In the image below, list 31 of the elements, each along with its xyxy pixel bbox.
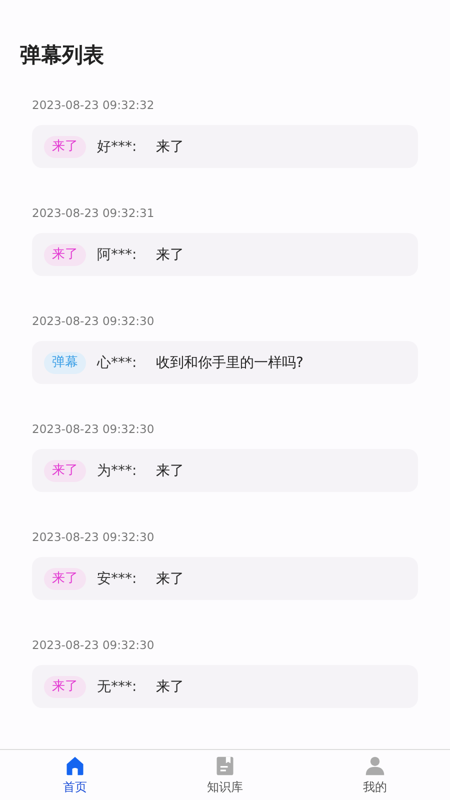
timestamp: 2023-08-23 09:32:30 bbox=[32, 638, 156, 652]
message-tag: 来了 bbox=[44, 568, 86, 590]
user-name: 安***: bbox=[97, 570, 138, 588]
home-icon bbox=[64, 754, 86, 776]
message-text: 来了 bbox=[156, 678, 184, 696]
message-tag: 来了 bbox=[44, 460, 86, 482]
message-text: 收到和你手里的一样吗? bbox=[156, 354, 304, 372]
tab[interactable]: 我的 bbox=[300, 750, 450, 800]
tab[interactable]: 知识库 bbox=[150, 750, 300, 800]
message-text: 来了 bbox=[156, 138, 184, 156]
user-name: 阿***: bbox=[97, 246, 138, 264]
user-name: 无***: bbox=[97, 678, 138, 696]
timestamp: 2023-08-23 09:32:32 bbox=[32, 98, 156, 112]
message-tag: 来了 bbox=[44, 136, 86, 158]
message-tag: 来了 bbox=[44, 676, 86, 698]
message-text: 来了 bbox=[156, 570, 184, 588]
message-tag: 来了 bbox=[44, 244, 86, 266]
user-name: 好***: bbox=[97, 138, 138, 156]
message-text: 来了 bbox=[156, 246, 184, 264]
timestamp: 2023-08-23 09:32:30 bbox=[32, 314, 156, 328]
timestamp: 2023-08-23 09:32:30 bbox=[32, 422, 156, 436]
user-name: 为***: bbox=[97, 462, 138, 480]
document-icon bbox=[214, 754, 236, 776]
message-tag: 弹幕 bbox=[44, 352, 86, 374]
message-text: 来了 bbox=[156, 462, 184, 480]
timestamp: 2023-08-23 09:32:30 bbox=[32, 530, 156, 544]
user-name: 心***: bbox=[97, 354, 138, 372]
timestamp: 2023-08-23 09:32:31 bbox=[32, 206, 156, 220]
person-icon bbox=[364, 754, 386, 776]
page-title: 弹幕列表 bbox=[19, 42, 105, 69]
tab[interactable]: 首页 bbox=[0, 750, 150, 800]
